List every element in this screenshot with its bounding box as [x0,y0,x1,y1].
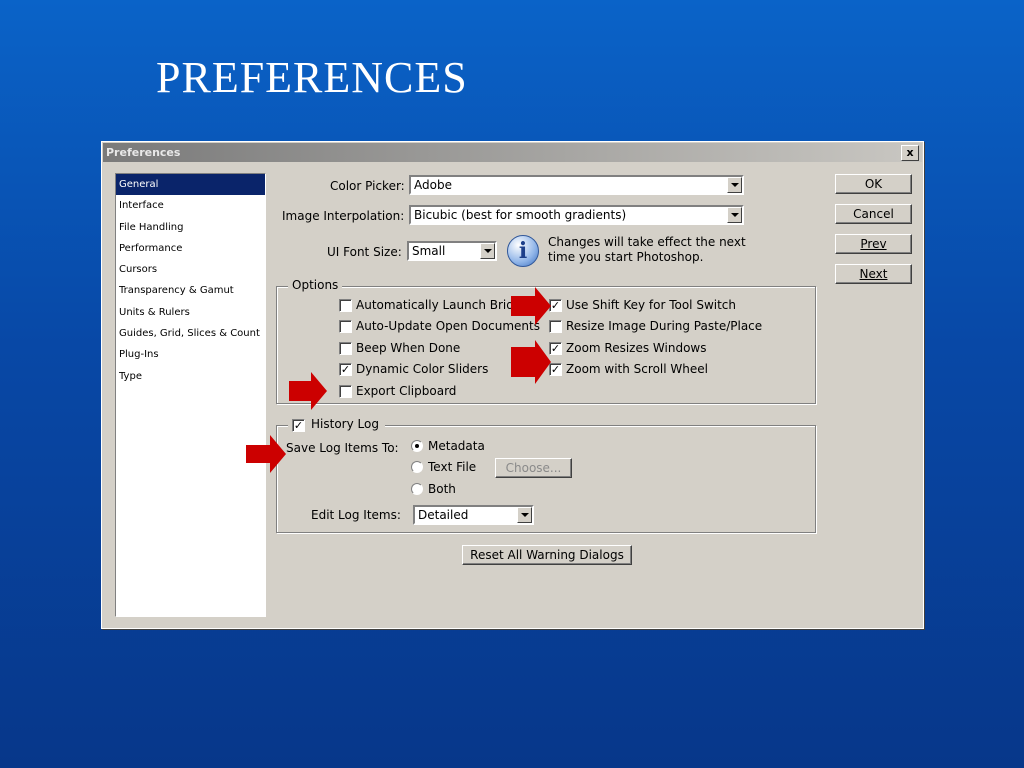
info-icon: i [507,235,539,267]
zoom-scroll-wheel-label: Zoom with Scroll Wheel [566,362,708,376]
interpolation-value: Bicubic (best for smooth gradients) [414,208,627,222]
category-item-performance[interactable]: Performance [116,238,265,259]
ui-font-size-select[interactable]: Small [407,241,497,261]
chevron-down-icon[interactable] [517,507,532,523]
reset-warning-dialogs-button[interactable]: Reset All Warning Dialogs [462,545,632,565]
edit-log-items-select[interactable]: Detailed [413,505,534,525]
next-button[interactable]: Next [835,264,912,284]
radio-text-file[interactable] [411,461,423,473]
ok-button[interactable]: OK [835,174,912,194]
dialog-title: Preferences [106,146,181,159]
beep-when-done-label: Beep When Done [356,341,461,355]
auto-launch-bridge-label: Automatically Launch Bridge [356,298,529,312]
info-text-line-2: time you start Photoshop. [548,250,704,264]
save-log-items-label: Save Log Items To: [286,441,399,455]
color-picker-value: Adobe [414,178,452,192]
category-list[interactable]: General Interface File Handling Performa… [115,173,266,617]
color-picker-select[interactable]: Adobe [409,175,744,195]
checkbox-auto-launch-bridge[interactable] [339,299,352,312]
category-item-cursors[interactable]: Cursors [116,259,265,280]
chevron-down-icon[interactable] [480,243,495,259]
edit-log-items-label: Edit Log Items: [311,508,401,522]
cancel-button[interactable]: Cancel [835,204,912,224]
prev-button[interactable]: Prev [835,234,912,254]
annotation-arrow-icon [289,372,327,410]
radio-metadata[interactable] [411,440,423,452]
checkbox-beep-when-done[interactable] [339,342,352,355]
color-picker-label: Color Picker: [330,179,405,193]
text-file-label: Text File [428,460,477,474]
ui-font-size-value: Small [412,244,446,258]
category-item-guides-grid[interactable]: Guides, Grid, Slices & Count [116,323,265,344]
annotation-arrow-icon [511,340,551,384]
checkbox-dynamic-color-sliders[interactable]: ✓ [339,363,352,376]
both-label: Both [428,482,456,496]
edit-log-items-value: Detailed [418,508,469,522]
checkbox-history-log[interactable]: ✓ [292,419,305,432]
options-group-title: Options [288,278,343,292]
interpolation-label: Image Interpolation: [282,209,405,223]
chevron-down-icon[interactable] [727,177,742,193]
history-log-header: ✓ History Log [288,417,385,432]
dialog-titlebar[interactable]: Preferences x [103,143,922,162]
zoom-resizes-windows-label: Zoom Resizes Windows [566,341,707,355]
checkbox-auto-update-documents[interactable] [339,320,352,333]
category-item-transparency-gamut[interactable]: Transparency & Gamut [116,280,265,301]
category-item-general[interactable]: General [116,174,265,196]
metadata-label: Metadata [428,439,485,453]
shift-key-tool-switch-label: Use Shift Key for Tool Switch [566,298,737,312]
category-item-interface[interactable]: Interface [116,195,265,216]
info-text-line-1: Changes will take effect the next [548,235,746,249]
close-button[interactable]: x [901,145,919,161]
category-item-type[interactable]: Type [116,366,265,387]
radio-both[interactable] [411,483,423,495]
slide-title: PREFERENCES [156,53,468,102]
annotation-arrow-icon [511,287,551,325]
category-item-units-rulers[interactable]: Units & Rulers [116,302,265,323]
export-clipboard-label: Export Clipboard [356,384,457,398]
interpolation-select[interactable]: Bicubic (best for smooth gradients) [409,205,744,225]
resize-image-paste-label: Resize Image During Paste/Place [566,319,763,333]
preferences-dialog: Preferences x General Interface File Han… [101,141,924,629]
annotation-arrow-icon [246,435,286,473]
history-log-label: History Log [311,417,379,431]
choose-button[interactable]: Choose... [495,458,572,478]
chevron-down-icon[interactable] [727,207,742,223]
ui-font-size-label: UI Font Size: [327,245,402,259]
checkbox-export-clipboard[interactable] [339,385,352,398]
category-item-file-handling[interactable]: File Handling [116,217,265,238]
category-item-plug-ins[interactable]: Plug-Ins [116,344,265,365]
dynamic-color-sliders-label: Dynamic Color Sliders [356,362,489,376]
